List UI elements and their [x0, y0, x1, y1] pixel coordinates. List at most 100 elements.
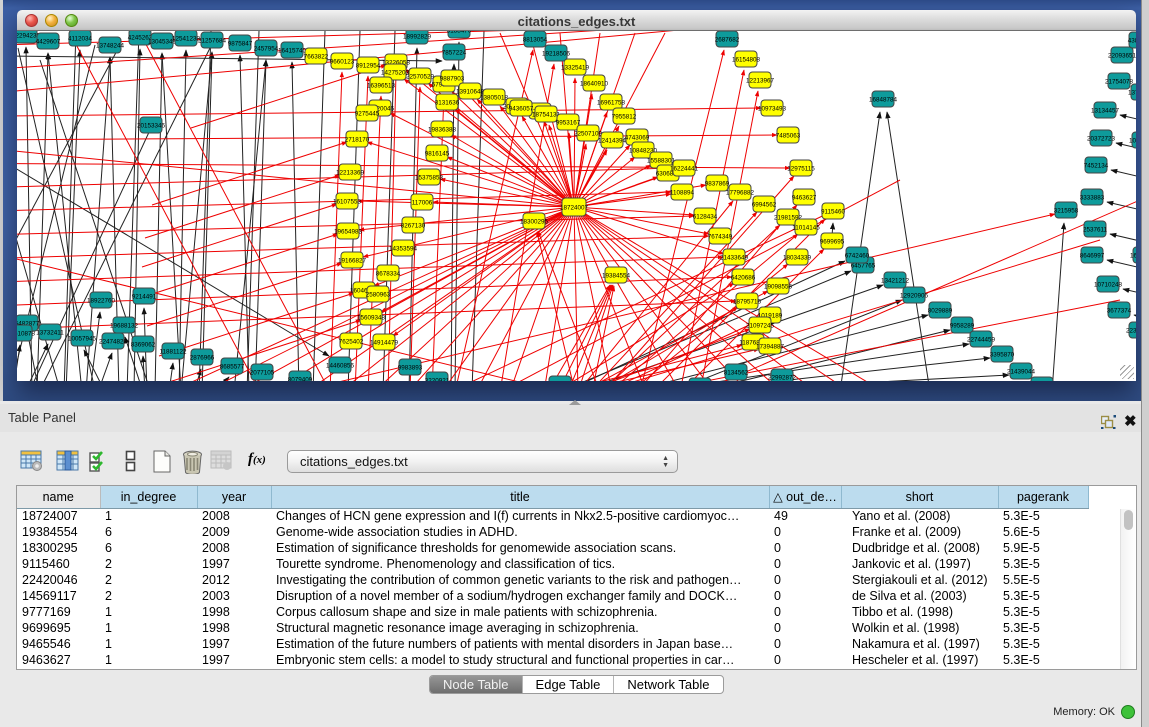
svg-text:7674349: 7674349 — [708, 234, 733, 241]
svg-text:9115460: 9115460 — [821, 209, 846, 216]
svg-text:2077105: 2077105 — [250, 370, 275, 377]
svg-text:22570529: 22570529 — [406, 74, 435, 81]
svg-text:8685577: 8685577 — [220, 364, 245, 371]
svg-text:12541238: 12541238 — [172, 36, 201, 43]
svg-text:17796882: 17796882 — [726, 190, 755, 197]
svg-text:7452134: 7452134 — [1084, 163, 1109, 170]
svg-text:3220921: 3220921 — [425, 378, 450, 382]
svg-text:8678334: 8678334 — [376, 271, 401, 278]
svg-text:16396513: 16396513 — [367, 83, 396, 90]
svg-text:11881122: 11881122 — [159, 349, 187, 356]
svg-text:10327246: 10327246 — [1129, 138, 1136, 145]
svg-text:10057945: 10057945 — [68, 336, 97, 343]
svg-text:19384554: 19384554 — [602, 273, 631, 280]
svg-text:17394887: 17394887 — [756, 344, 785, 351]
svg-text:16224441: 16224441 — [670, 166, 699, 173]
svg-text:9875847: 9875847 — [228, 41, 253, 48]
svg-text:12213369: 12213369 — [336, 170, 365, 177]
svg-text:8267130: 8267130 — [401, 223, 426, 230]
svg-text:18640910: 18640910 — [580, 81, 609, 88]
svg-text:9660123: 9660123 — [330, 59, 355, 66]
svg-text:4112034: 4112034 — [68, 36, 93, 43]
svg-text:5188470: 5188470 — [447, 31, 472, 35]
svg-text:9953167: 9953167 — [556, 120, 581, 127]
svg-text:7955812: 7955812 — [612, 114, 637, 121]
svg-text:21439044: 21439044 — [1007, 369, 1036, 376]
svg-text:15588301: 15588301 — [647, 158, 676, 165]
svg-text:22744459: 22744459 — [967, 337, 996, 344]
svg-text:14460856: 14460856 — [326, 363, 355, 370]
svg-text:3677374: 3677374 — [1107, 308, 1132, 315]
svg-text:9214491: 9214491 — [132, 294, 157, 301]
svg-text:7663822: 7663822 — [304, 54, 329, 61]
svg-text:6994562: 6994562 — [752, 202, 777, 209]
svg-text:18754131: 18754131 — [532, 112, 561, 119]
svg-text:2457954: 2457954 — [254, 46, 279, 53]
svg-text:20372723: 20372723 — [1087, 136, 1116, 143]
svg-text:4389045: 4389045 — [1128, 38, 1136, 45]
svg-text:13805018: 13805018 — [480, 95, 509, 102]
svg-text:19218506: 19218506 — [542, 51, 571, 58]
svg-text:21754078: 21754078 — [1105, 79, 1134, 86]
svg-text:18922760: 18922760 — [87, 298, 116, 305]
svg-text:14914479: 14914479 — [370, 340, 399, 347]
svg-text:22507109: 22507109 — [574, 131, 603, 138]
svg-text:13325419: 13325419 — [561, 65, 590, 72]
svg-text:4429607: 4429607 — [36, 39, 61, 46]
svg-text:16213925: 16213925 — [1130, 253, 1136, 260]
svg-text:13732411: 13732411 — [36, 330, 64, 337]
svg-text:21433649: 21433649 — [720, 255, 749, 262]
svg-text:16848784: 16848784 — [869, 97, 898, 104]
svg-text:19836388: 19836388 — [428, 127, 457, 134]
svg-text:8646997: 8646997 — [1080, 253, 1105, 260]
svg-text:22992872: 22992872 — [768, 375, 797, 382]
svg-text:9816145: 9816145 — [425, 151, 450, 158]
svg-text:9463627: 9463627 — [792, 195, 817, 202]
svg-text:15375853: 15375853 — [415, 175, 444, 182]
svg-text:12213967: 12213967 — [746, 78, 775, 85]
svg-text:22474828: 22474828 — [99, 339, 128, 346]
svg-text:13748244: 13748244 — [96, 43, 125, 50]
svg-text:9983893: 9983893 — [398, 365, 423, 372]
svg-text:6457765: 6457765 — [851, 263, 876, 270]
svg-text:1108894: 1108894 — [670, 190, 695, 197]
svg-text:7857224: 7857224 — [442, 50, 467, 57]
svg-text:20153346: 20153346 — [137, 123, 166, 130]
svg-text:11014145: 11014145 — [792, 225, 820, 232]
svg-text:19654983: 19654983 — [334, 229, 363, 236]
svg-text:13754919: 13754919 — [1128, 90, 1136, 97]
svg-text:6128434: 6128434 — [693, 214, 718, 221]
svg-text:7625402: 7625402 — [339, 339, 364, 346]
svg-text:22330030: 22330030 — [1126, 328, 1136, 335]
svg-text:18992829: 18992829 — [403, 34, 432, 41]
svg-text:8369062: 8369062 — [131, 342, 156, 349]
svg-text:2580963: 2580963 — [366, 292, 391, 299]
svg-text:16154808: 16154808 — [732, 57, 761, 64]
svg-text:9436057: 9436057 — [509, 106, 534, 113]
svg-text:8813054: 8813054 — [523, 37, 548, 44]
svg-text:9275445: 9275445 — [355, 111, 380, 118]
svg-text:21097245: 21097245 — [746, 323, 775, 330]
svg-text:21257684: 21257684 — [198, 38, 227, 45]
svg-text:2537611: 2537611 — [1083, 227, 1108, 234]
svg-text:22093651: 22093651 — [1108, 53, 1136, 60]
svg-text:18795716: 18795716 — [733, 299, 762, 306]
svg-text:3215958: 3215958 — [1054, 208, 1079, 215]
svg-text:18300295: 18300295 — [520, 219, 549, 226]
svg-text:16510878: 16510878 — [17, 331, 35, 338]
svg-text:8029889: 8029889 — [928, 308, 953, 315]
svg-text:19688132: 19688132 — [110, 323, 139, 330]
svg-text:8079409: 8079409 — [288, 377, 313, 382]
svg-text:6742460: 6742460 — [845, 253, 870, 260]
svg-text:18724007: 18724007 — [560, 205, 589, 212]
svg-text:14353594: 14353594 — [389, 246, 418, 253]
svg-text:10973493: 10973493 — [758, 106, 787, 113]
svg-text:12920906: 12920906 — [900, 293, 929, 300]
svg-text:18034339: 18034339 — [783, 255, 812, 262]
svg-text:13421212: 13421212 — [881, 278, 910, 285]
svg-text:12975115: 12975115 — [787, 166, 815, 173]
svg-text:9837869: 9837869 — [705, 181, 730, 188]
svg-text:9887903: 9887903 — [440, 76, 465, 83]
svg-text:6420686: 6420686 — [731, 275, 756, 282]
svg-text:9699695: 9699695 — [820, 239, 845, 246]
